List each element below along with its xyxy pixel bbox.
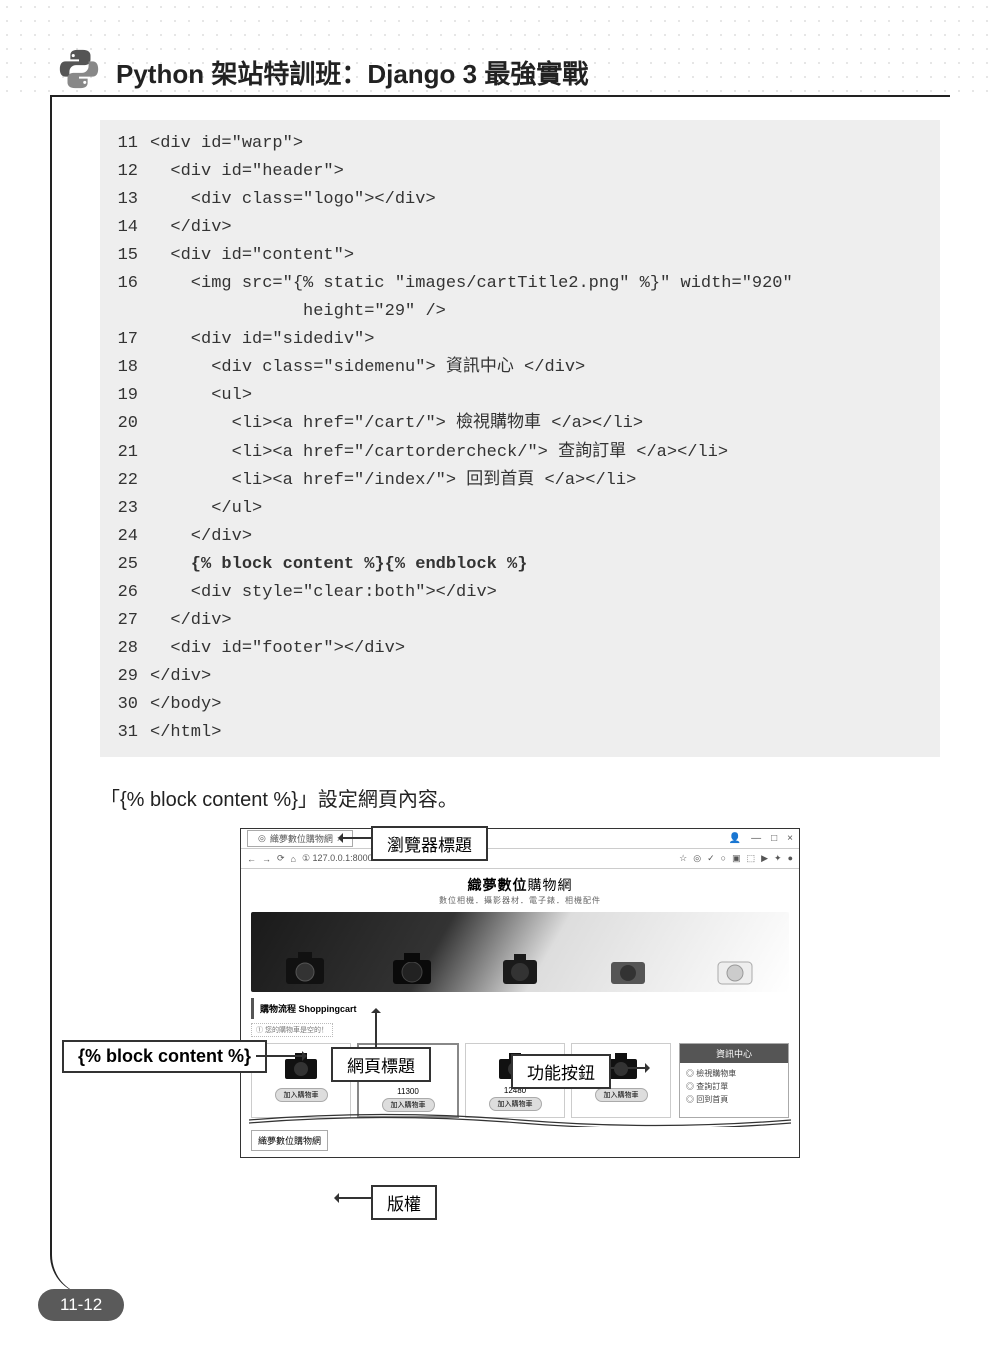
nav-back-icon: ← [247, 854, 256, 864]
content-wave-separator [249, 1113, 791, 1127]
cart-empty-notice: ① 您的購物車是空的！ [251, 1023, 333, 1037]
maximize-icon: □ [771, 833, 777, 844]
callout-footer: 版權 [371, 1185, 437, 1220]
sidebar-title: 資訊中心 [680, 1044, 788, 1063]
nav-fwd-icon: → [262, 854, 271, 864]
add-to-cart-button[interactable]: 加入購物車 [595, 1088, 648, 1102]
code-block: 11<div id="warp">12 <div id="header">13 … [100, 120, 940, 757]
home-icon: ⌂ [291, 854, 296, 864]
reload-icon: ⟳ [277, 853, 285, 864]
window-titlebar: ◎ 織夢數位購物網 × 👤 — □ × [241, 829, 799, 849]
arrow-icon [335, 1197, 371, 1199]
page-number: 11-12 [38, 1289, 124, 1321]
callout-web-title: 網頁標題 [331, 1047, 431, 1082]
site-footer: 織夢數位購物網 [251, 1130, 328, 1151]
site-tagline: 數位相機．攝影器材．電子錶．相機配件 [241, 895, 799, 906]
add-to-cart-button[interactable]: 加入購物車 [489, 1097, 542, 1111]
sidebar-item[interactable]: 查詢訂單 [686, 1080, 782, 1093]
site-banner: 織夢數位購物網 數位相機．攝影器材．電子錶．相機配件 [241, 869, 799, 908]
site-title-sub: 購物網 [528, 877, 573, 893]
python-logo-icon [56, 46, 102, 92]
callout-browser-title: 瀏覽器標題 [371, 826, 488, 861]
callout-function-button: 功能按鈕 [511, 1054, 611, 1089]
sidebar-item[interactable]: 回到首頁 [686, 1093, 782, 1106]
explanation-text: 「{% block content %}」設定網頁內容。 [100, 783, 940, 812]
screenshot-annotated: ◎ 織夢數位購物網 × 👤 — □ × ← → ⟳ ⌂ ① 127.0.0.1:… [100, 828, 940, 1158]
header-rule [50, 95, 950, 97]
arrow-icon [375, 1009, 377, 1047]
window-controls: 👤 — □ × [729, 833, 793, 844]
hero-image [251, 912, 789, 992]
info-center-sidebar: 資訊中心 檢視購物車查詢訂單回到首頁 [679, 1043, 789, 1118]
add-to-cart-button[interactable]: 加入購物車 [275, 1088, 328, 1102]
minimize-icon: — [751, 833, 761, 844]
user-icon: 👤 [729, 833, 741, 844]
globe-icon: ◎ [258, 833, 266, 844]
site-title-main: 織夢數位 [468, 877, 528, 893]
arrow-icon [256, 1055, 306, 1057]
close-icon: × [787, 833, 793, 844]
product-price: 11300 [361, 1087, 455, 1096]
browser-window: ◎ 織夢數位購物網 × 👤 — □ × ← → ⟳ ⌂ ① 127.0.0.1:… [240, 828, 800, 1158]
url-text: ① 127.0.0.1:8000 [302, 853, 373, 864]
address-bar: ← → ⟳ ⌂ ① 127.0.0.1:8000 ☆◎✓○▣⬚▶✦● [241, 849, 799, 869]
content-area: 11<div id="warp">12 <div id="header">13 … [100, 120, 940, 1158]
shopping-flow-label: 購物流程 Shoppingcart [251, 998, 789, 1019]
add-to-cart-button[interactable]: 加入購物車 [382, 1098, 435, 1112]
page-title: Python 架站特訓班：Django 3 最強實戰 [116, 54, 588, 91]
sidebar-item[interactable]: 檢視購物車 [686, 1067, 782, 1080]
callout-block-content: {% block content %} [62, 1040, 267, 1073]
arrow-icon [339, 837, 371, 839]
tab-title: 織夢數位購物網 [270, 832, 333, 845]
